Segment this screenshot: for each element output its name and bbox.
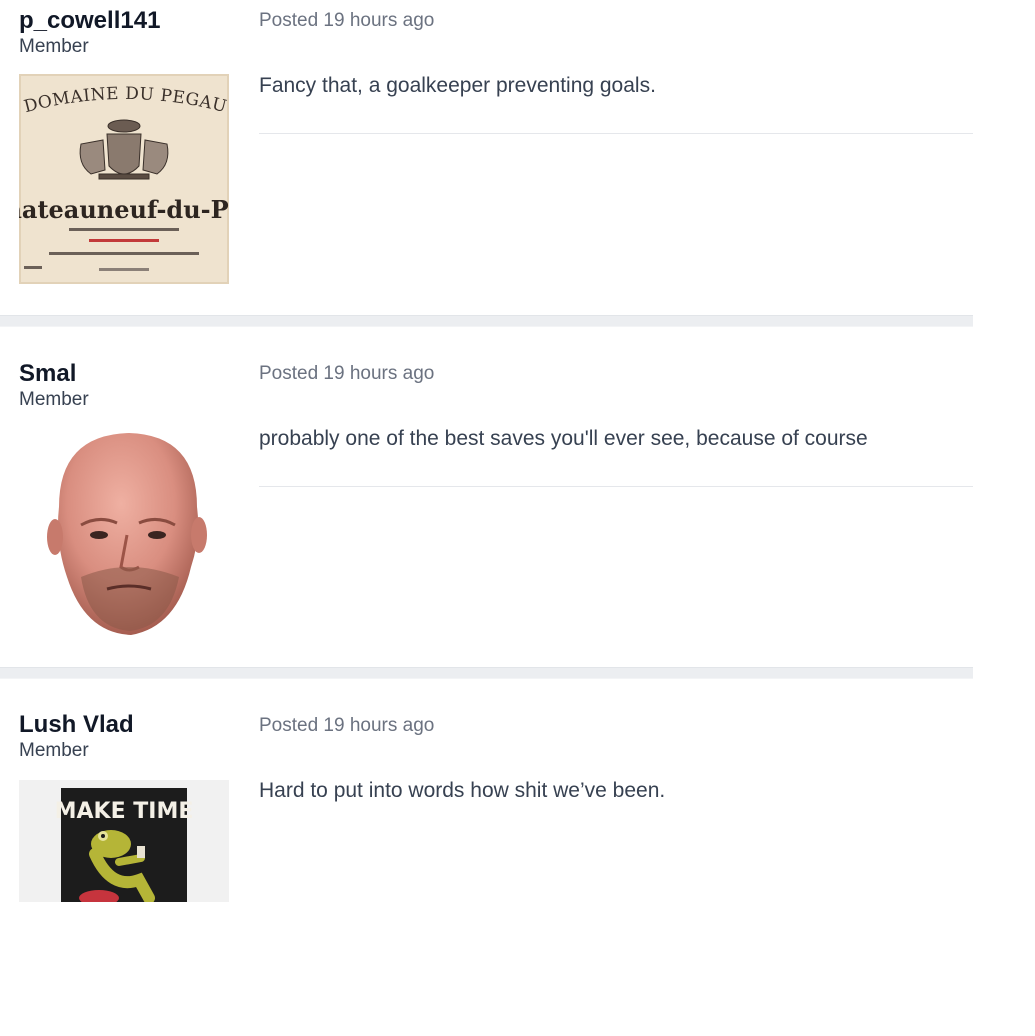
- post: p_cowell141 Member DOMAINE DU PEGAU hat: [0, 0, 973, 316]
- post: Smal Member Posted 19 hours ago probably…: [0, 327, 973, 667]
- post-body: Posted 19 hours ago probably one of the …: [259, 360, 973, 487]
- poster-image: MAKE TIME: [19, 780, 229, 902]
- author-name[interactable]: Smal: [19, 357, 229, 391]
- post-content: Fancy that, a goalkeeper preventing goal…: [259, 74, 656, 97]
- post-divider: [259, 133, 973, 134]
- wine-label-image: DOMAINE DU PEGAU hateauneuf-du-Pa: [19, 74, 229, 284]
- face-photo-image: [47, 433, 207, 635]
- post-separator: [0, 315, 973, 327]
- post-author: Lush Vlad Member MAKE TIME: [19, 708, 229, 902]
- avatar[interactable]: MAKE TIME: [19, 780, 229, 902]
- post-divider: [259, 486, 973, 487]
- author-name[interactable]: Lush Vlad: [19, 708, 229, 742]
- author-role: Member: [19, 389, 89, 410]
- avatar[interactable]: DOMAINE DU PEGAU hateauneuf-du-Pa: [19, 74, 229, 284]
- post-separator: [0, 667, 973, 679]
- post-content: Hard to put into words how shit we’ve be…: [259, 779, 666, 802]
- post: Lush Vlad Member MAKE TIME Posted 19 hou…: [0, 679, 973, 1036]
- avatar[interactable]: [19, 427, 229, 637]
- author-name[interactable]: p_cowell141: [19, 4, 229, 38]
- label-appellation: hateauneuf-du-Pa: [19, 195, 229, 224]
- post-author: p_cowell141 Member DOMAINE DU PEGAU hat: [19, 4, 229, 284]
- post-author: Smal Member: [19, 357, 229, 635]
- post-timestamp[interactable]: Posted 19 hours ago: [259, 360, 973, 388]
- poster-title: MAKE TIME: [55, 799, 194, 824]
- post-body: Posted 19 hours ago Hard to put into wor…: [259, 712, 973, 802]
- post-timestamp[interactable]: Posted 19 hours ago: [259, 7, 973, 35]
- post-body: Posted 19 hours ago Fancy that, a goalke…: [259, 7, 973, 134]
- post-content: probably one of the best saves you'll ev…: [259, 427, 868, 450]
- post-timestamp[interactable]: Posted 19 hours ago: [259, 712, 973, 740]
